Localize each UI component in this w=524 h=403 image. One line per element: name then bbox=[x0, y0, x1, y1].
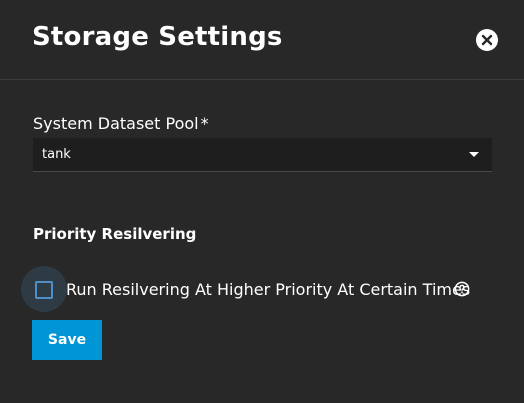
system-dataset-pool-label: System Dataset Pool * bbox=[33, 114, 209, 133]
save-button[interactable]: Save bbox=[32, 320, 102, 360]
system-dataset-pool-select[interactable]: tank bbox=[33, 138, 492, 172]
close-button[interactable] bbox=[476, 29, 498, 51]
close-icon bbox=[481, 34, 493, 46]
dialog-title: Storage Settings bbox=[32, 22, 283, 52]
storage-settings-dialog: Storage Settings System Dataset Pool * ta… bbox=[0, 0, 524, 403]
run-resilvering-checkbox-label[interactable]: Run Resilvering At Higher Priority At Ce… bbox=[66, 280, 470, 299]
help-icon[interactable] bbox=[454, 281, 470, 297]
system-dataset-pool-value: tank bbox=[42, 147, 71, 162]
dialog-header: Storage Settings bbox=[0, 0, 524, 80]
system-dataset-pool-label-text: System Dataset Pool bbox=[33, 114, 199, 133]
checkbox-box bbox=[35, 281, 53, 299]
priority-resilvering-heading: Priority Resilvering bbox=[33, 225, 197, 243]
run-resilvering-checkbox[interactable] bbox=[21, 266, 67, 312]
dropdown-caret-icon bbox=[469, 152, 479, 157]
required-mark: * bbox=[200, 114, 209, 133]
